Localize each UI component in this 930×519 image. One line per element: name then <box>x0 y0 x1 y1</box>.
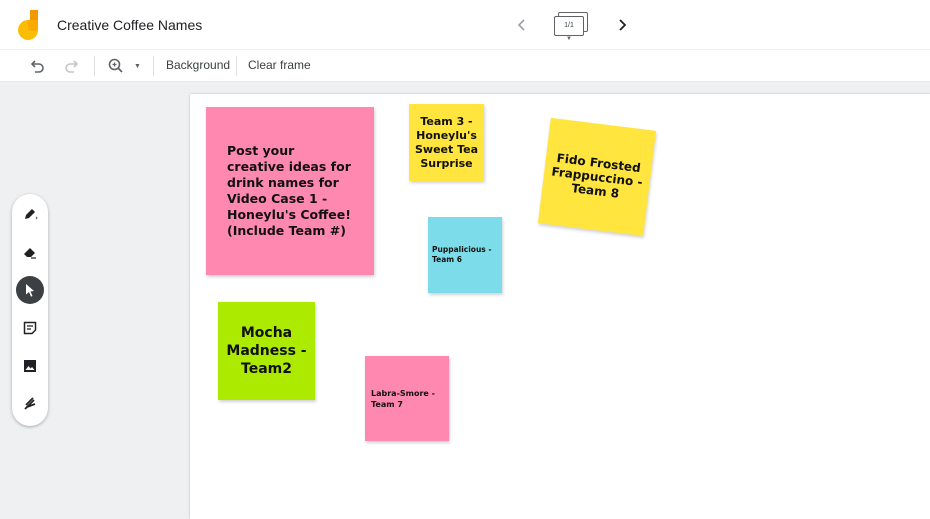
redo-icon[interactable] <box>62 56 82 76</box>
sticky-note[interactable]: Post your creative ideas for drink names… <box>206 107 374 275</box>
jamboard-logo <box>18 10 39 40</box>
eraser-tool[interactable] <box>16 238 44 266</box>
sticky-note-text: Labra-Smore - Team 7 <box>371 388 435 409</box>
image-icon <box>24 360 36 372</box>
laser-icon <box>24 397 36 410</box>
select-tool[interactable] <box>16 276 44 304</box>
sticky-note-icon <box>23 321 37 335</box>
document-title[interactable]: Creative Coffee Names <box>57 17 202 33</box>
eraser-icon <box>24 248 36 259</box>
toolbar-divider <box>153 56 154 76</box>
pen-icon <box>25 209 38 220</box>
sticky-note-text: Fido Frosted Frappuccino - Team 8 <box>550 151 644 201</box>
tool-rail <box>12 194 48 426</box>
select-icon <box>26 284 34 297</box>
clear-frame-button[interactable]: Clear frame <box>248 58 311 72</box>
jamboard-app: Creative Coffee Names 1/1 ▼ ▼ Background… <box>0 0 930 519</box>
chevron-left-icon[interactable] <box>514 16 530 34</box>
sticky-note-text: Mocha Madness - Team2 <box>226 325 307 377</box>
toolbar-divider <box>94 56 95 76</box>
sticky-note[interactable]: Fido Frosted Frappuccino - Team 8 <box>537 117 657 237</box>
frame-bar-toggle[interactable]: 1/1 ▼ <box>554 12 590 42</box>
zoom-icon[interactable] <box>106 56 126 76</box>
frame-counter-label: 1/1 <box>554 16 584 36</box>
app-header: Creative Coffee Names 1/1 ▼ <box>0 0 930 50</box>
sticky-note-text: Team 3 - Honeylu's Sweet Tea Surprise <box>414 114 479 170</box>
caret-down-icon: ▼ <box>566 36 572 42</box>
zoom-dropdown-icon[interactable]: ▼ <box>134 63 141 70</box>
undo-icon[interactable] <box>27 56 47 76</box>
sticky-note-text: Post your creative ideas for drink names… <box>227 143 351 238</box>
sticky-note[interactable]: Mocha Madness - Team2 <box>218 302 315 400</box>
pen-tool[interactable] <box>16 200 44 228</box>
background-button[interactable]: Background <box>166 58 230 72</box>
toolbar-divider <box>236 56 237 76</box>
laser-tool[interactable] <box>16 390 44 418</box>
sticky-note[interactable]: Team 3 - Honeylu's Sweet Tea Surprise <box>409 104 484 181</box>
chevron-right-icon[interactable] <box>614 16 630 34</box>
sticky-note-tool[interactable] <box>16 314 44 342</box>
sticky-note[interactable]: Puppalicious - Team 6 <box>428 217 502 293</box>
sticky-note-text: Puppalicious - Team 6 <box>432 245 492 264</box>
toolbar: ▼ Background Clear frame <box>0 50 930 82</box>
sticky-note[interactable]: Labra-Smore - Team 7 <box>365 356 449 441</box>
image-tool[interactable] <box>16 352 44 380</box>
